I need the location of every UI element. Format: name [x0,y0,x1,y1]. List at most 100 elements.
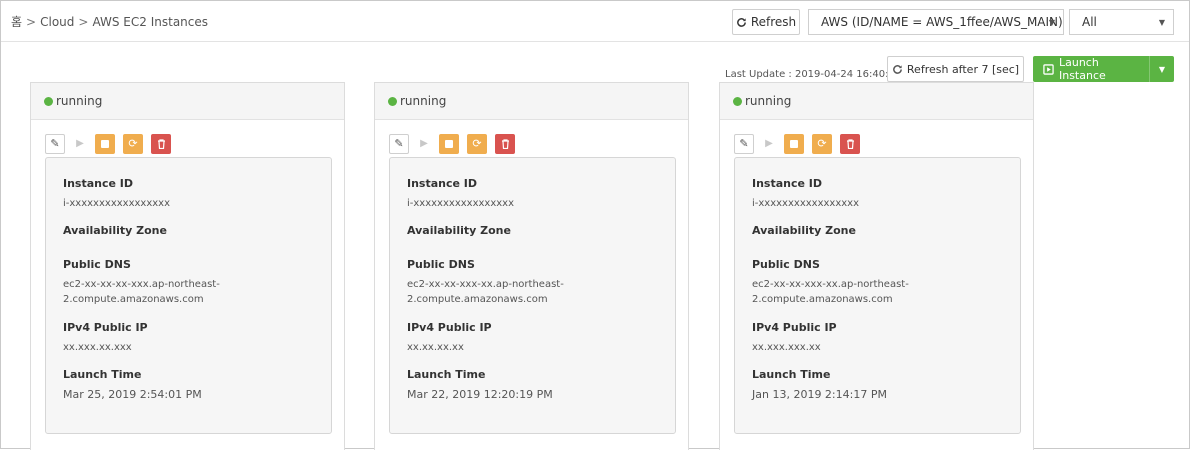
trash-icon [501,138,509,149]
play-icon: ▶ [76,138,84,149]
launch-time-value: Mar 22, 2019 12:20:19 PM [407,388,553,401]
status-dot-icon [388,96,397,106]
edit-icon: ✎ [50,137,60,150]
reboot-button[interactable]: ⟳ [467,133,487,154]
start-button[interactable]: ▶ [417,134,431,154]
instance-id-label: Instance ID [407,177,478,190]
public-dns-value: ec2-xx-xx-xxx-xx.ap-northeast- 2.compute… [752,277,909,307]
launch-time-label: Launch Time [407,368,486,381]
instance-id-value: i-xxxxxxxxxxxxxxxxx [407,198,514,209]
ipv4-value: xx.xxx.xxx.xx [752,342,821,353]
edit-button[interactable]: ✎ [389,133,409,154]
play-icon: ▶ [420,138,428,149]
reboot-button[interactable]: ⟳ [812,133,832,154]
instance-id-value: i-xxxxxxxxxxxxxxxxx [63,198,170,209]
launch-dropdown-toggle[interactable]: ▼ [1149,56,1174,82]
refresh-icon [736,17,746,27]
edit-icon: ✎ [394,137,404,150]
top-bar: 홈 > Cloud > AWS EC2 Instances Refresh AWS (I… [1,1,1189,42]
public-dns-value: ec2-xx-xx-xx-xxx.ap-northeast- 2.compute… [63,277,220,307]
instance-card: running ✎ ▶ ⟳ Instance ID i-xxxxxxxxxxxx… [719,82,1034,450]
instance-id-label: Instance ID [63,177,134,190]
delete-button[interactable] [151,133,171,154]
public-dns-label: Public DNS [752,258,820,271]
account-select[interactable]: AWS (ID/NAME = AWS_1ffee/AWS_MAIN) ▼ [808,9,1064,35]
edit-button[interactable]: ✎ [734,133,754,154]
start-button[interactable]: ▶ [73,134,87,154]
instance-status-header: running [31,83,344,120]
edit-button[interactable]: ✎ [45,133,65,154]
ipv4-label: IPv4 Public IP [63,321,148,334]
availability-zone-label: Availability Zone [63,224,167,237]
instance-status: running [745,94,792,108]
reboot-icon: ⟳ [472,137,482,150]
start-button[interactable]: ▶ [762,134,776,154]
instance-details: Instance ID i-xxxxxxxxxxxxxxxxx Availabi… [389,157,676,434]
instance-card: running ✎ ▶ ⟳ Instance ID i-xxxxxxxxxxxx… [30,82,345,450]
launch-time-value: Mar 25, 2019 2:54:01 PM [63,388,202,401]
refresh-after-button[interactable]: Refresh after 7 [sec] [887,56,1024,82]
refresh-button[interactable]: Refresh [732,9,800,35]
stop-icon [790,139,798,148]
ipv4-value: xx.xx.xx.xx [407,342,464,353]
delete-button[interactable] [840,133,860,154]
availability-zone-label: Availability Zone [407,224,511,237]
breadcrumb: 홈 > Cloud > AWS EC2 Instances [11,13,208,30]
launch-icon [1043,63,1054,75]
public-dns-line2: 2.compute.amazonaws.com [752,294,893,305]
instance-id-value: i-xxxxxxxxxxxxxxxxx [752,198,859,209]
ipv4-label: IPv4 Public IP [752,321,837,334]
breadcrumb-home[interactable]: 홈 [11,15,22,29]
public-dns-label: Public DNS [407,258,475,271]
public-dns-line1: ec2-xx-xx-xxx-xx.ap-northeast- [407,279,564,290]
instance-status-header: running [375,83,688,120]
refresh-after-label: Refresh after 7 [sec] [906,62,1020,76]
ipv4-label: IPv4 Public IP [407,321,492,334]
stop-button[interactable] [95,133,115,154]
launch-time-label: Launch Time [63,368,142,381]
launch-time-value: Jan 13, 2019 2:14:17 PM [752,388,887,401]
caret-down-icon: ▼ [1158,64,1166,74]
instance-status-header: running [720,83,1033,120]
status-dot-icon [733,96,742,106]
reboot-icon: ⟳ [817,137,827,150]
stop-button[interactable] [439,133,459,154]
stop-icon [445,139,453,148]
filter-select-value: All [1082,15,1097,29]
instance-toolbar: ✎ ▶ ⟳ [45,133,171,154]
ipv4-value: xx.xxx.xx.xxx [63,342,132,353]
availability-zone-label: Availability Zone [752,224,856,237]
stop-icon [101,139,109,148]
instance-details: Instance ID i-xxxxxxxxxxxxxxxxx Availabi… [45,157,332,434]
public-dns-line1: ec2-xx-xx-xxx-xx.ap-northeast- [752,279,909,290]
app-frame: 홈 > Cloud > AWS EC2 Instances Refresh AWS (I… [0,0,1190,450]
reboot-button[interactable]: ⟳ [123,133,143,154]
breadcrumb-cloud[interactable]: Cloud [40,15,74,29]
refresh-icon [893,64,902,74]
delete-button[interactable] [495,133,515,154]
caret-down-icon: ▼ [1158,18,1165,27]
public-dns-label: Public DNS [63,258,131,271]
reboot-icon: ⟳ [128,137,138,150]
status-dot-icon [44,96,53,106]
trash-icon [846,138,854,149]
launch-time-label: Launch Time [752,368,831,381]
public-dns-value: ec2-xx-xx-xxx-xx.ap-northeast- 2.compute… [407,277,564,307]
launch-instance-label: Launch Instance [1058,56,1106,82]
edit-icon: ✎ [739,137,749,150]
instance-toolbar: ✎ ▶ ⟳ [734,133,860,154]
breadcrumb-separator: > [78,15,89,29]
breadcrumb-current: AWS EC2 Instances [92,15,209,29]
instance-status: running [400,94,447,108]
public-dns-line2: 2.compute.amazonaws.com [407,294,548,305]
public-dns-line2: 2.compute.amazonaws.com [63,294,204,305]
trash-icon [157,138,165,149]
filter-select[interactable]: All ▼ [1069,9,1174,35]
last-update-text: Last Update : 2019-04-24 16:40:14 [725,69,902,80]
stop-button[interactable] [784,133,804,154]
play-icon: ▶ [765,138,773,149]
instance-id-label: Instance ID [752,177,823,190]
instance-toolbar: ✎ ▶ ⟳ [389,133,515,154]
caret-down-icon: ▼ [1048,18,1055,27]
launch-instance-button[interactable]: Launch Instance ▼ [1033,56,1174,82]
